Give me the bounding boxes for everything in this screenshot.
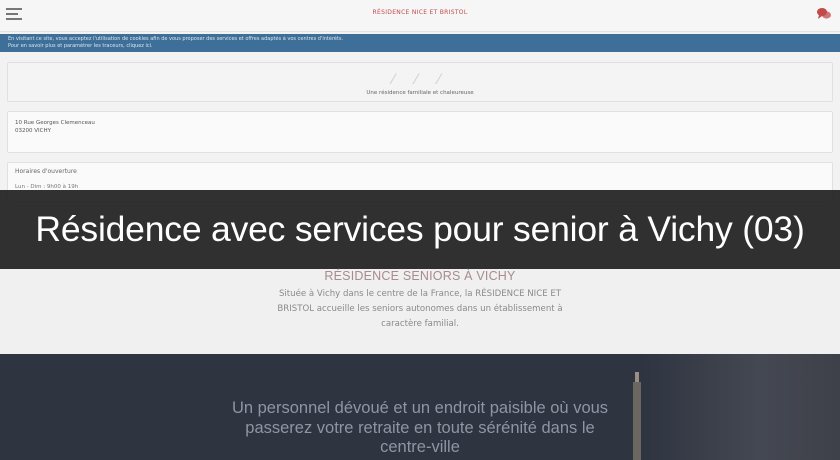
slogan-section: Un personnel dévoué et un endroit paisib… xyxy=(0,354,840,460)
page-title: Résidence avec services pour senior à Vi… xyxy=(35,209,805,249)
address-card: 10 Rue Georges Clemenceau 03200 VICHY xyxy=(7,111,833,153)
site-title[interactable]: RÉSIDENCE NICE ET BRISTOL xyxy=(0,9,840,16)
address-city: 03200 VICHY xyxy=(15,128,51,134)
chat-bubbles-icon[interactable] xyxy=(816,6,832,22)
hero-banner: ⁄ ⁄ ⁄ Une résidence familiale et chaleur… xyxy=(7,62,833,102)
slogan-text: Un personnel dévoué et un endroit paisib… xyxy=(0,399,840,458)
page-title-overlay: Résidence avec services pour senior à Vi… xyxy=(0,190,840,269)
opening-hours-label: Horaires d'ouverture xyxy=(15,168,77,175)
hero-tagline: Une résidence familiale et chaleureuse xyxy=(366,90,474,96)
cookie-notice-text: En visitant ce site, vous acceptez l'uti… xyxy=(8,36,344,42)
decorative-ornament-icon: ⁄ ⁄ ⁄ xyxy=(392,72,448,88)
slogan-line: Un personnel dévoué et un endroit paisib… xyxy=(231,399,609,417)
slogan-line: passerez votre retraite en toute sérénit… xyxy=(245,418,595,437)
residence-description: Située à Vichy dans le centre de la Fran… xyxy=(277,289,563,329)
residence-heading: RÉSIDENCE SENIORS À VICHY xyxy=(324,269,516,283)
cookie-notice[interactable]: En visitant ce site, vous acceptez l'uti… xyxy=(0,34,840,52)
residence-section: RÉSIDENCE SENIORS À VICHY Située à Vichy… xyxy=(0,269,840,354)
slogan-line: centre-ville xyxy=(380,438,460,456)
cookie-notice-link[interactable]: Pour en savoir plus et paramétrer les tr… xyxy=(8,43,832,50)
address-street: 10 Rue Georges Clemenceau xyxy=(15,120,95,126)
top-header: RÉSIDENCE NICE ET BRISTOL xyxy=(0,0,840,32)
